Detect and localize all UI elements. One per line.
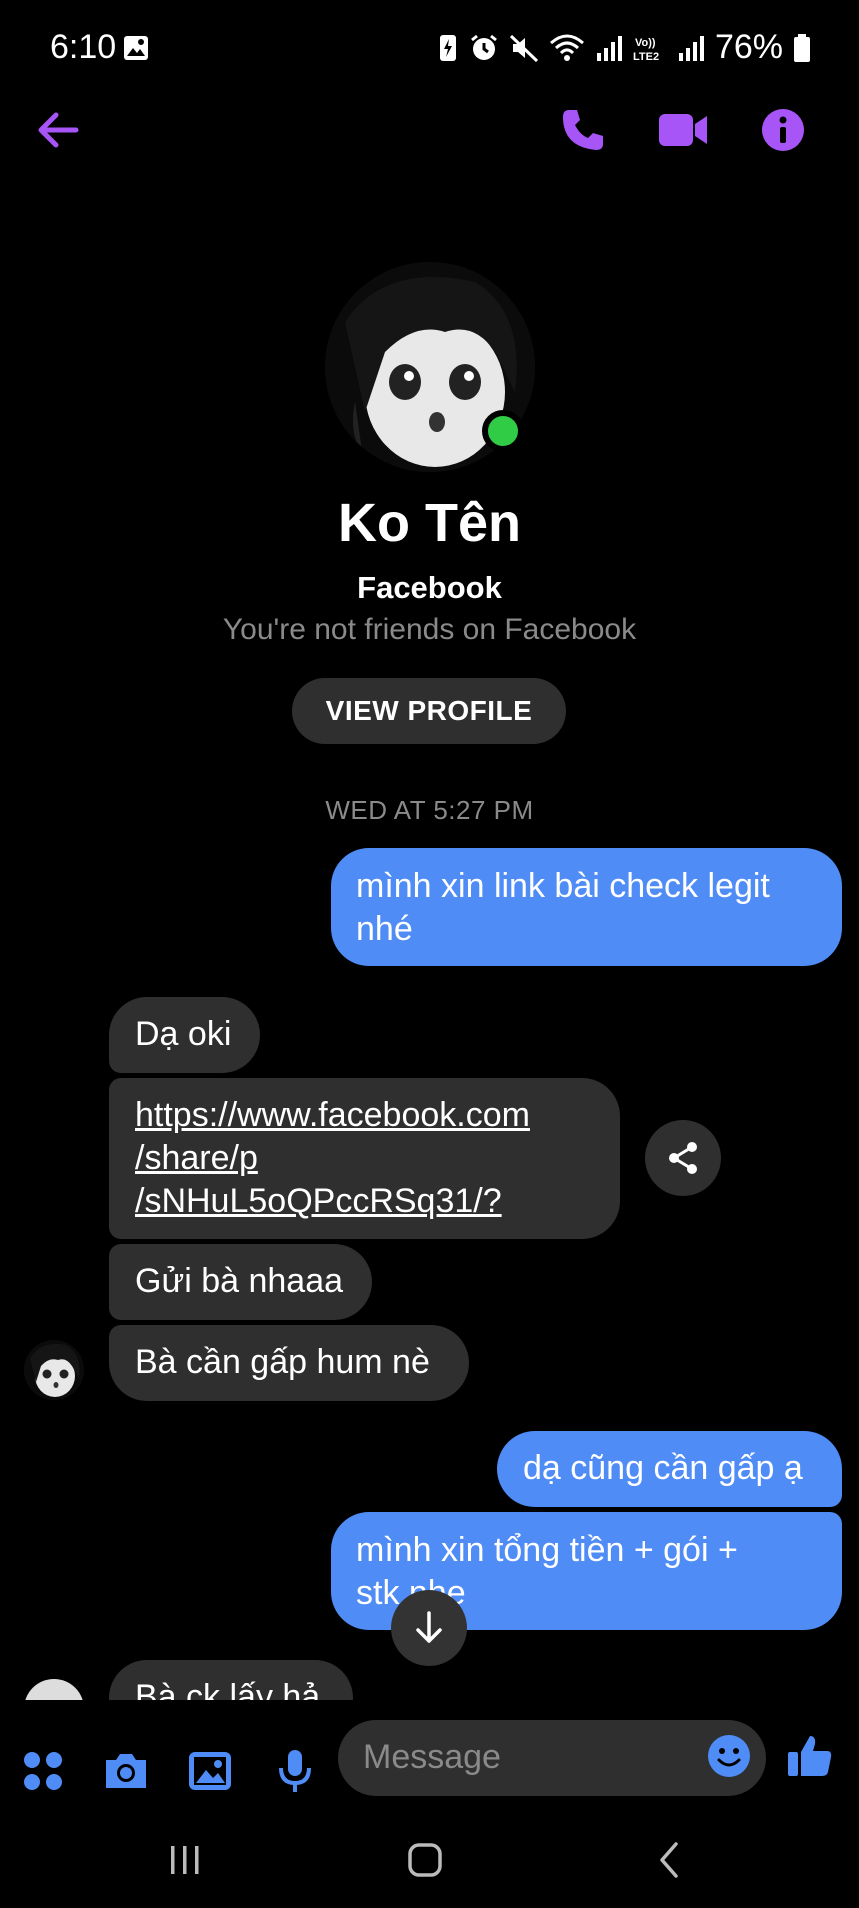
message-bubble-incoming[interactable]: Bà ck lấy hả <box>109 1660 353 1700</box>
status-time: 6:10 <box>50 28 117 66</box>
apps-icon <box>24 1752 62 1790</box>
battery-icon <box>794 33 810 62</box>
message-bubble-outgoing[interactable]: dạ cũng cần gấp ạ <box>497 1431 842 1507</box>
message-bubble-link[interactable]: https://www.facebook.com /share/p /sNHuL… <box>109 1078 620 1239</box>
mute-icon <box>509 34 538 62</box>
profile-platform: Facebook <box>357 570 502 605</box>
scroll-to-bottom-button[interactable] <box>391 1590 467 1666</box>
link-line: https://www.facebook.com <box>135 1096 530 1134</box>
message-line: mình xin link bài check legit <box>356 867 770 905</box>
camera-icon <box>106 1754 146 1788</box>
gallery-button[interactable] <box>184 1745 236 1797</box>
gallery-icon <box>189 1752 231 1790</box>
back-nav-icon <box>660 1842 678 1878</box>
share-icon <box>669 1142 697 1174</box>
voice-button[interactable] <box>269 1745 321 1797</box>
message-line: mình xin tổng tiền + gói + <box>356 1531 738 1569</box>
status-icons: Vo)) LTE2 76% <box>437 28 811 67</box>
link-line: /share/p <box>135 1139 258 1177</box>
video-icon <box>659 114 707 146</box>
signal-icon <box>596 35 622 61</box>
back-nav-button[interactable] <box>650 1840 690 1880</box>
conversation-timestamp: WED AT 5:27 PM <box>325 795 534 825</box>
alarm-icon <box>471 34 497 60</box>
info-button[interactable] <box>751 98 815 162</box>
message-line: Dạ oki <box>135 1015 232 1053</box>
camera-button[interactable] <box>100 1745 152 1797</box>
message-line: Bà cần gấp hum nè <box>135 1343 430 1381</box>
sender-avatar <box>24 1679 84 1700</box>
gallery-notification-icon <box>124 36 148 60</box>
wifi-icon <box>549 34 584 61</box>
call-button[interactable] <box>551 98 615 162</box>
home-icon <box>408 1843 442 1877</box>
microphone-icon <box>279 1750 311 1792</box>
info-icon <box>762 109 804 151</box>
emoji-icon <box>708 1735 750 1777</box>
message-bubble-incoming[interactable]: Dạ oki <box>109 997 260 1073</box>
back-button[interactable] <box>26 98 90 162</box>
like-icon <box>788 1736 832 1776</box>
message-placeholder: Message <box>363 1738 501 1776</box>
recents-icon <box>171 1846 199 1874</box>
share-button[interactable] <box>645 1120 721 1196</box>
volte-icon: Vo)) LTE2 <box>633 37 659 63</box>
message-bubble-outgoing[interactable]: mình xin link bài check legit nhé <box>331 848 842 966</box>
recent-apps-button[interactable] <box>160 1840 210 1880</box>
profile-name: Ko Tên <box>338 493 521 553</box>
message-line: Bà ck lấy hả <box>135 1678 321 1700</box>
message-line: nhé <box>356 910 413 948</box>
online-status-indicator <box>482 410 524 452</box>
back-arrow-icon <box>38 112 79 148</box>
message-line: dạ cũng cần gấp ạ <box>523 1449 803 1487</box>
arrow-down-icon <box>416 1611 442 1643</box>
battery-saver-icon <box>439 34 456 61</box>
home-button[interactable] <box>404 1840 448 1880</box>
sender-avatar[interactable] <box>24 1340 84 1400</box>
link-line: /sNHuL5oQPccRSq31/? <box>135 1182 502 1220</box>
video-call-button[interactable] <box>651 98 715 162</box>
like-button[interactable] <box>782 1728 838 1784</box>
signal-icon-2 <box>678 35 704 61</box>
message-line: Gửi bà nhaaa <box>135 1262 344 1300</box>
svg-text:LTE2: LTE2 <box>633 51 659 63</box>
battery-percent: 76% <box>714 28 783 66</box>
anime-avatar-small-image <box>24 1340 84 1400</box>
message-bubble-incoming[interactable]: Gửi bà nhaaa <box>109 1244 372 1320</box>
message-bubble-incoming[interactable]: Bà cần gấp hum nè <box>109 1325 469 1401</box>
emoji-button[interactable] <box>704 1731 754 1781</box>
friendship-status: You're not friends on Facebook <box>222 613 637 646</box>
view-profile-button[interactable]: VIEW PROFILE <box>292 678 566 744</box>
svg-text:Vo)): Vo)) <box>635 37 656 49</box>
phone-icon <box>563 110 603 150</box>
apps-button[interactable] <box>17 1745 69 1797</box>
